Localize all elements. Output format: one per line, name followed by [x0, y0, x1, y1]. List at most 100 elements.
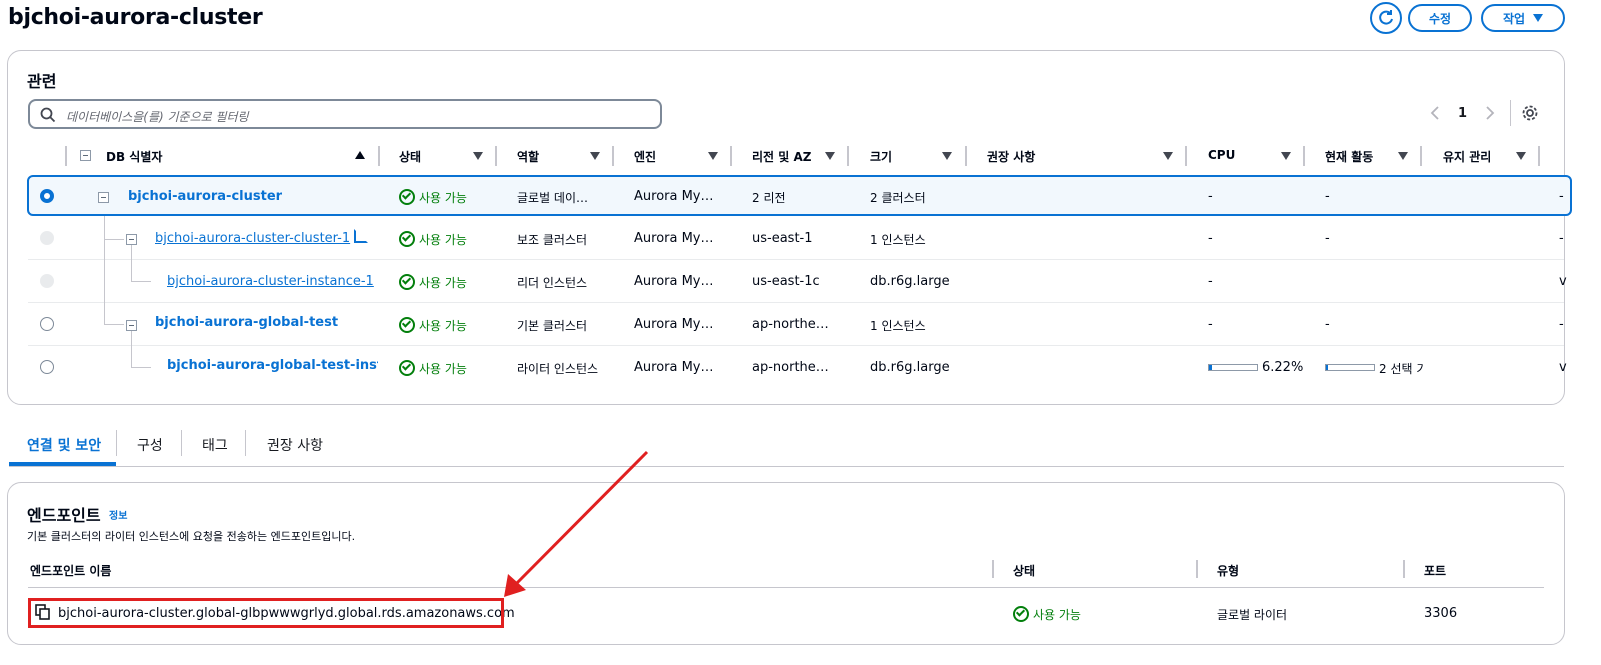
column-separator	[1420, 146, 1422, 166]
tree-collapse-icon[interactable]	[126, 320, 137, 331]
col-engine[interactable]: 엔진	[634, 148, 656, 164]
tab-recommendations[interactable]: 권장 사항	[267, 435, 323, 455]
cpu-cell: 6.22%	[1262, 360, 1304, 375]
db-identifier-link[interactable]: bjchoi-aurora-global-test	[155, 315, 338, 330]
size-cell: 2 클러스터	[870, 191, 926, 205]
tab-separator	[116, 430, 117, 456]
engine-cell: Aurora My…	[634, 317, 714, 332]
col-endpoint-name: 엔드포인트 이름	[30, 564, 112, 578]
tab-separator	[181, 430, 182, 456]
info-link[interactable]: 정보	[109, 507, 127, 522]
annotation-highlight-box	[28, 598, 504, 628]
activity-cell: -	[1325, 231, 1330, 246]
maintenance-cell: -	[1559, 189, 1564, 204]
chevron-left-icon[interactable]	[1429, 105, 1441, 121]
search-icon	[40, 107, 56, 123]
tree-line	[131, 245, 132, 281]
column-separator	[1185, 146, 1187, 166]
chevron-right-icon[interactable]	[1484, 105, 1496, 121]
column-separator	[495, 146, 497, 166]
col-role[interactable]: 역할	[517, 148, 539, 164]
column-separator	[1538, 146, 1540, 166]
role-cell: 기본 클러스터	[517, 319, 588, 333]
col-recommendations[interactable]: 권장 사항	[987, 148, 1035, 164]
sort-icon[interactable]	[1163, 152, 1173, 160]
sort-icon[interactable]	[590, 152, 600, 160]
tree-collapse-icon[interactable]	[126, 234, 137, 245]
col-maintenance[interactable]: 유지 관리	[1443, 148, 1491, 164]
column-separator	[1196, 560, 1198, 578]
endpoints-description: 기본 클러스터의 라이터 인스턴스에 요청을 전송하는 엔드포인트입니다.	[27, 530, 356, 543]
status-ok-icon	[399, 317, 415, 333]
status-ok-icon	[1013, 606, 1029, 622]
cpu-cell: -	[1208, 231, 1213, 246]
tree-collapse-icon[interactable]	[98, 192, 109, 203]
region-cell: ap-northe…	[752, 317, 829, 332]
row-radio[interactable]	[40, 189, 54, 203]
tab-tags[interactable]: 태그	[202, 435, 228, 455]
col-current-activity[interactable]: 현재 활동	[1325, 148, 1373, 164]
settings-gear-icon[interactable]	[1521, 104, 1539, 122]
related-title: 관련	[27, 72, 57, 91]
page-number[interactable]: 1	[1458, 106, 1467, 121]
row-radio[interactable]	[40, 360, 54, 374]
search-placeholder: 데이터베이스을(를) 기준으로 필터링	[66, 110, 249, 124]
status-badge: 사용 가능	[399, 231, 467, 248]
status-badge: 사용 가능	[399, 317, 467, 334]
col-endpoint-status: 상태	[1013, 564, 1036, 578]
db-identifier-link[interactable]: bjchoi-aurora-cluster-instance-1	[167, 272, 378, 289]
endpoint-type: 글로벌 라이터	[1217, 608, 1288, 622]
column-separator	[378, 146, 380, 166]
column-separator	[65, 146, 67, 166]
actions-button[interactable]: 작업	[1481, 4, 1565, 32]
db-identifier-link[interactable]: bjchoi-aurora-cluster	[128, 189, 282, 204]
engine-cell: Aurora My…	[634, 231, 714, 246]
endpoint-header-divider	[28, 587, 1544, 588]
row-divider	[28, 345, 1564, 346]
col-size[interactable]: 크기	[870, 148, 892, 164]
row-radio[interactable]	[40, 317, 54, 331]
refresh-button[interactable]	[1370, 2, 1402, 34]
sort-icon[interactable]	[1516, 152, 1526, 160]
sort-icon[interactable]	[1398, 152, 1408, 160]
size-cell: 1 인스턴스	[870, 319, 926, 333]
role-cell: 라이터 인스턴스	[517, 362, 599, 376]
sort-icon[interactable]	[1281, 152, 1291, 160]
tab-configuration[interactable]: 구성	[137, 435, 163, 455]
sort-icon[interactable]	[473, 152, 483, 160]
maintenance-cell: v	[1559, 360, 1567, 375]
dropdown-caret-icon	[1533, 14, 1544, 22]
tab-connectivity-security[interactable]: 연결 및 보안	[27, 435, 101, 455]
col-status[interactable]: 상태	[399, 148, 421, 164]
engine-cell: Aurora My…	[634, 360, 714, 375]
size-cell: db.r6g.large	[870, 360, 950, 375]
col-cpu[interactable]: CPU	[1208, 148, 1235, 164]
sort-icon[interactable]	[708, 152, 718, 160]
edit-button[interactable]: 수정	[1408, 4, 1472, 32]
col-region-az[interactable]: 리전 및 AZ	[752, 148, 811, 164]
endpoints-title: 엔드포인트	[27, 506, 101, 525]
status-badge: 사용 가능	[399, 274, 467, 291]
endpoint-port: 3306	[1424, 606, 1458, 621]
engine-cell: Aurora My…	[634, 274, 714, 289]
activity-fill	[1326, 365, 1329, 370]
role-cell: 보조 클러스터	[517, 233, 588, 247]
status-badge: 사용 가능	[399, 189, 467, 206]
activity-bar	[1325, 364, 1375, 371]
db-identifier-link[interactable]: bjchoi-aurora-global-test-instan	[167, 358, 378, 373]
col-db-identifier[interactable]: DB 식별자	[106, 148, 162, 164]
search-input[interactable]: 데이터베이스을(를) 기준으로 필터링	[28, 99, 662, 129]
sort-icon[interactable]	[942, 152, 952, 160]
actions-label: 작업	[1502, 11, 1526, 26]
db-identifier-link[interactable]: bjchoi-aurora-cluster-cluster-1	[155, 229, 369, 246]
role-cell: 글로벌 데이…	[517, 191, 589, 205]
sort-icon[interactable]	[825, 152, 835, 160]
region-cell: 2 리전	[752, 191, 786, 205]
row-radio	[40, 274, 54, 288]
collapse-all-icon[interactable]	[80, 150, 91, 161]
endpoint-status-badge: 사용 가능	[1013, 606, 1081, 623]
status-ok-icon	[399, 231, 415, 247]
sort-asc-icon[interactable]	[355, 151, 365, 159]
tree-line	[131, 330, 132, 367]
size-cell: db.r6g.large	[870, 274, 950, 289]
